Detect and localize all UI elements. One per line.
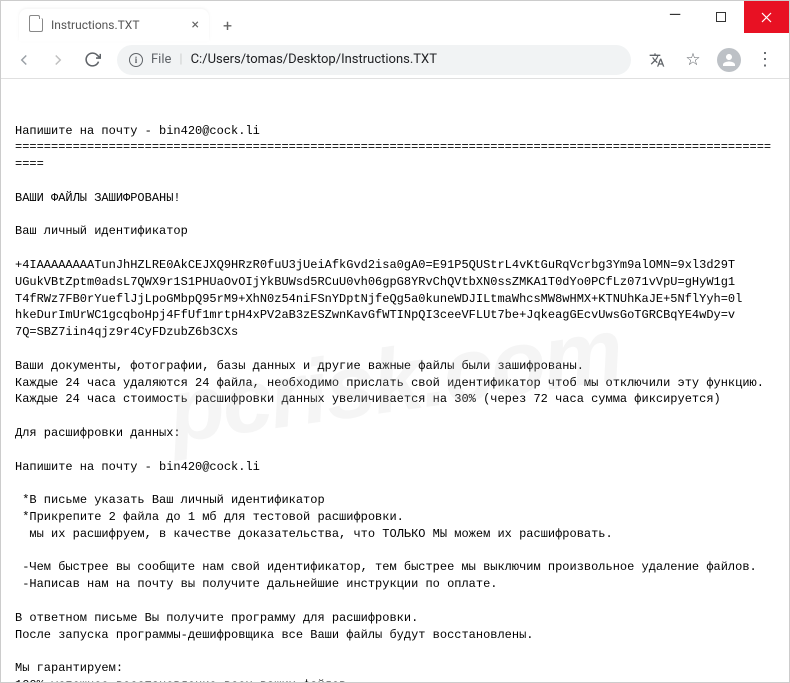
text-line: ВАШИ ФАЙЛЫ ЗАШИФРОВАНЫ! [15, 191, 181, 205]
id-line: +4IAAAAAAAATunJhHZLRE0AkCEJXQ9HRzR0fuU3j… [15, 258, 735, 272]
minimize-button[interactable]: — [652, 0, 698, 30]
file-icon [29, 18, 43, 32]
id-line: 7Q=SBZ7iin4qjz9r4CyFDzubZ6b3CXs [15, 325, 238, 339]
text-line: Напишите на почту - bin420@cock.li [15, 124, 260, 138]
window-controls: — [652, 1, 789, 33]
address-prefix: File [151, 52, 171, 67]
address-path: C:/Users/tomas/Desktop/Instructions.TXT [191, 52, 437, 67]
address-separator: | [179, 52, 182, 67]
text-line: -Чем быстрее вы сообщите нам свой иденти… [15, 560, 757, 574]
info-icon[interactable]: i [129, 53, 143, 67]
text-line: *Прикрепите 2 файла до 1 мб для тестовой… [15, 510, 404, 524]
separator-line: ========================================… [15, 140, 771, 171]
profile-avatar[interactable] [717, 48, 741, 72]
bookmark-star-icon[interactable]: ☆ [677, 44, 709, 76]
id-line: T4fRWz7FB0rYueflJjLpoGMbpQ95rM9+XhN0z54n… [15, 292, 742, 306]
text-line: -Написав нам на почту вы получите дальне… [15, 577, 497, 591]
close-window-button[interactable] [744, 1, 789, 33]
forward-button[interactable] [43, 45, 73, 75]
maximize-button[interactable] [698, 1, 744, 33]
text-line: Мы гарантируем: [15, 661, 123, 675]
page-content: pcrisk.com Напишите на почту - bin420@co… [1, 79, 789, 682]
text-line: Ваши документы, фотографии, базы данных … [15, 359, 584, 373]
text-line: мы их расшифруем, в качестве доказательс… [15, 527, 613, 541]
text-line: Для расшифровки данных: [15, 426, 181, 440]
text-line: Каждые 24 часа удаляются 24 файла, необх… [15, 376, 764, 390]
back-button[interactable] [9, 45, 39, 75]
menu-icon[interactable]: ⋮ [749, 44, 781, 76]
close-tab-icon[interactable]: × [192, 17, 199, 33]
reload-button[interactable] [77, 45, 107, 75]
translate-icon[interactable] [641, 44, 673, 76]
window-titlebar: Instructions.TXT × + — [1, 1, 789, 41]
text-line: Ваш личный идентификатор [15, 224, 188, 238]
text-line: Каждые 24 часа стоимость расшифровки дан… [15, 392, 721, 406]
browser-toolbar: i File | C:/Users/tomas/Desktop/Instruct… [1, 41, 789, 79]
new-tab-button[interactable]: + [215, 16, 240, 35]
text-line: *В письме указать Ваш личный идентификат… [15, 493, 325, 507]
address-bar[interactable]: i File | C:/Users/tomas/Desktop/Instruct… [117, 45, 631, 75]
tab-title: Instructions.TXT [51, 18, 184, 32]
tabs-row: Instructions.TXT × + [19, 9, 240, 41]
browser-tab[interactable]: Instructions.TXT × [19, 9, 209, 41]
text-line: Напишите на почту - bin420@cock.li [15, 460, 260, 474]
id-line: hkeDurImUrWC1gcqboHpj4FfUf1mrtpH4xPV2aB3… [15, 308, 735, 322]
id-line: UGukVBtZptm0adsL7QWX9r1S1PHUaOvOIjYkBUWs… [15, 275, 735, 289]
text-line: После запуска программы-дешифровщика все… [15, 628, 533, 642]
text-line: 100% успешное восстановление всех ваших … [15, 678, 346, 682]
text-line: В ответном письме Вы получите программу … [15, 611, 418, 625]
